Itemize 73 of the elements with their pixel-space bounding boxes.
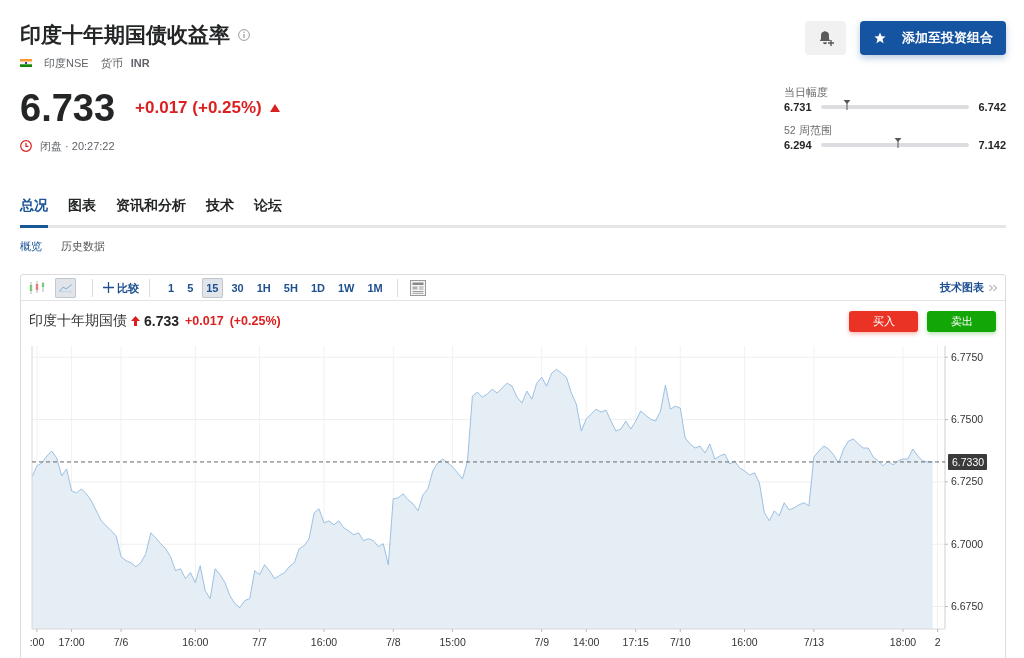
candlestick-icon (28, 280, 46, 295)
currency-code: INR (130, 56, 150, 70)
add-to-portfolio-button[interactable]: 添加至投资组合 (860, 21, 1006, 55)
interval-button[interactable]: 1M (363, 277, 387, 298)
interval-button[interactable]: 30 (227, 277, 248, 298)
exchange-name: 印度NSE (43, 56, 89, 70)
price-change: +0.017 (185, 312, 224, 330)
x-axis-label: :00 (29, 636, 45, 648)
x-axis-label: 7/10 (670, 636, 691, 648)
nav-tab[interactable]: 论坛 (254, 190, 282, 228)
market-status: 闭盘 · 20:27:22 (40, 139, 115, 153)
plus-icon (103, 282, 114, 293)
y-axis-label: 6.7250 (951, 475, 984, 488)
y-axis-label: 6.7500 (951, 413, 984, 426)
price-tag: 6.7330 (948, 453, 987, 470)
line-chart-button[interactable] (55, 277, 76, 298)
document-icon (409, 279, 426, 296)
sub-tab[interactable]: 历史数据 (61, 238, 105, 255)
interval-button[interactable]: 1H (252, 277, 275, 298)
chevrons-icon (989, 283, 997, 292)
x-axis-label: 16:00 (310, 636, 338, 648)
star-icon (874, 32, 886, 44)
y-axis-label: 6.7750 (951, 350, 984, 363)
clock-icon (20, 140, 32, 152)
interval-button[interactable]: 5H (279, 277, 302, 298)
bell-plus-icon (817, 30, 834, 46)
nav-tab[interactable]: 总况 (20, 190, 48, 228)
line-chart-icon (59, 282, 72, 293)
x-axis-label: 7/8 (385, 636, 401, 648)
interval-button[interactable]: 1 (164, 277, 179, 298)
range-high: 7.142 (978, 138, 1006, 153)
x-axis-label: 16:00 (731, 636, 758, 648)
x-axis-label: 7/9 (534, 636, 549, 648)
currency-label: 货币 (99, 56, 123, 70)
last-price: 6.733 (20, 86, 116, 130)
x-axis-label: 18:00 (889, 636, 917, 648)
nav-tab[interactable]: 资讯和分析 (116, 190, 186, 228)
flag-icon (20, 59, 32, 67)
x-axis-label: 16:00 (182, 636, 209, 648)
interval-button[interactable]: 1W (333, 277, 359, 298)
range-high: 6.742 (978, 100, 1006, 115)
x-axis-label: 2 (934, 636, 941, 648)
instrument-name: 印度十年期国债 (29, 311, 127, 330)
info-icon (238, 29, 250, 41)
sub-tab[interactable]: 概览 (20, 238, 42, 255)
y-axis-label: 6.6750 (951, 600, 984, 613)
technical-chart-link[interactable]: 技术图表 (940, 279, 997, 296)
interval-button[interactable]: 5 (183, 277, 198, 298)
buy-button[interactable]: 买入 (849, 310, 918, 332)
interval-button[interactable]: 1D (306, 277, 329, 298)
alert-button[interactable] (805, 21, 846, 55)
compare-button[interactable]: 比较 (99, 277, 143, 298)
x-axis-label: 14:00 (573, 636, 600, 648)
range-low: 6.731 (784, 100, 812, 115)
ref-line-label: 6.7330 (952, 455, 985, 468)
x-axis-label: 7/7 (252, 636, 267, 648)
nav-tab[interactable]: 技术 (206, 190, 234, 228)
page-title: 印度十年期国债收益率 (20, 22, 230, 48)
x-axis-label: 7/13 (803, 636, 825, 648)
interval-button[interactable]: 15 (202, 277, 223, 298)
change-percent: (+0.25%) (229, 312, 281, 330)
range-label: 52 周范围 (784, 123, 833, 137)
x-axis-label: 17:15 (622, 636, 649, 648)
nav-tab[interactable]: 图表 (68, 190, 96, 228)
triangle-up-icon (269, 104, 280, 112)
range-low: 6.294 (784, 138, 812, 153)
x-axis-label: 17:00 (58, 636, 85, 648)
range-label: 当日幅度 (784, 85, 829, 99)
price-change: +0.017 (+0.25%) (135, 97, 262, 120)
x-axis-label: 7/6 (113, 636, 129, 648)
y-axis-label: 6.7000 (951, 537, 984, 550)
x-axis-label: 15:00 (439, 636, 466, 648)
last-price: 6.733 (144, 311, 180, 331)
